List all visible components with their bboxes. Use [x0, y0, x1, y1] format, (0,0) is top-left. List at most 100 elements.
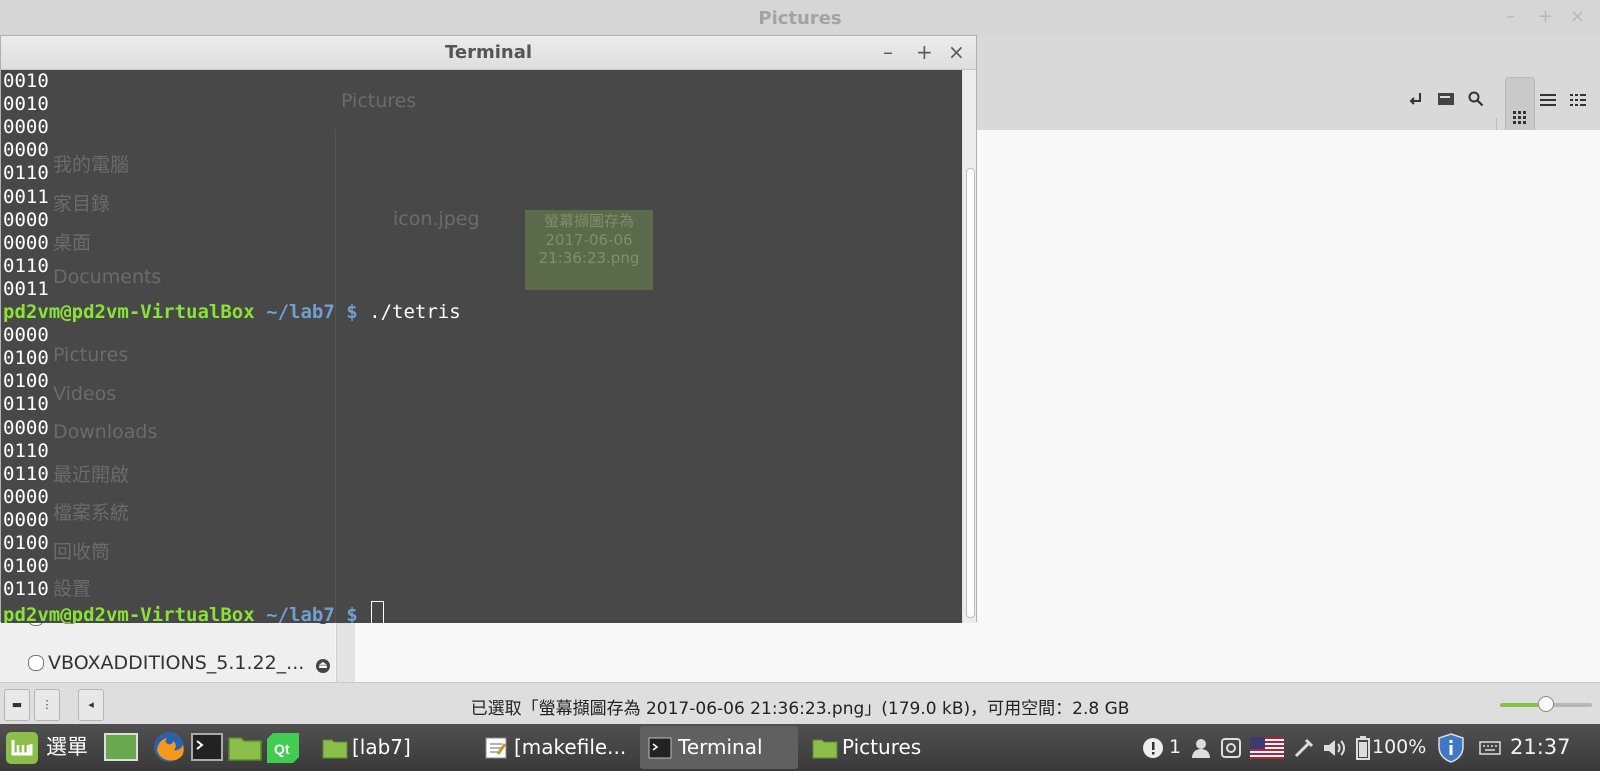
terminal-output-line: 0110 — [3, 578, 49, 601]
ghost-sidebar-item: Pictures — [53, 344, 129, 366]
terminal-output-line: 0110 — [3, 462, 49, 485]
prompt-symbol: $ — [346, 301, 358, 323]
status-text: 已選取「螢幕擷圖存為 2017-06-06 21:36:23.png」(179.… — [470, 699, 1130, 719]
terminal-cursor — [371, 601, 385, 623]
ghost-location: Pictures — [341, 90, 417, 112]
disc-icon — [28, 655, 44, 671]
battery-percent: 100% — [1372, 736, 1427, 758]
volume-icon[interactable] — [1322, 724, 1346, 771]
file-manager-titlebar[interactable]: Pictures – + × — [0, 0, 1600, 36]
firefox-icon[interactable] — [151, 728, 187, 766]
status-bar: ▬ ⋮ ◂ 已選取「螢幕擷圖存為 2017-06-06 21:36:23.png… — [0, 682, 1600, 725]
task-label: Terminal — [678, 735, 763, 759]
battery-icon[interactable] — [1356, 724, 1370, 771]
close-icon[interactable]: × — [948, 40, 965, 64]
terminal-titlebar[interactable]: Terminal – + × — [1, 36, 976, 70]
file-manager-title: Pictures — [758, 8, 842, 29]
taskbar: 選單 Qt [lab7] [makefile... Terminal Pictu… — [0, 724, 1600, 771]
terminal-output-line: 0110 — [3, 162, 49, 185]
terminal-output-line: 0110 — [3, 393, 49, 416]
terminal-output-line: 0000 — [3, 485, 49, 508]
terminal-output-line: 0010 — [3, 93, 49, 116]
ghost-sidebar-item: 家目錄 — [53, 193, 111, 215]
terminal-title: Terminal — [444, 42, 533, 63]
eject-icon[interactable]: ⏏ — [316, 659, 330, 673]
user-icon[interactable] — [1190, 724, 1212, 771]
ghost-sidebar-item: 最近開啟 — [53, 464, 130, 486]
show-desktop-icon[interactable] — [103, 728, 139, 766]
ghost-sidebar-item: 設置 — [53, 578, 92, 600]
compact-view-icon[interactable] — [1566, 90, 1590, 114]
terminal-launcher-icon[interactable] — [189, 728, 225, 766]
ghost-sidebar-item: 回收筒 — [53, 541, 111, 563]
toggle-location-icon[interactable] — [1404, 90, 1428, 114]
terminal-prompt-line: pd2vm@pd2vm-VirtualBox ~/lab7 $ — [3, 601, 385, 623]
minimize-icon[interactable]: – — [883, 40, 893, 64]
terminal-output-line: 0000 — [3, 324, 49, 347]
task-label: [lab7] — [352, 735, 411, 759]
terminal-output-line: 0110 — [3, 254, 49, 277]
qt-creator-icon[interactable]: Qt — [265, 728, 301, 766]
network-icon[interactable] — [1293, 724, 1315, 771]
terminal-output-line: 0011 — [3, 277, 49, 300]
notification-count: 1 — [1169, 736, 1182, 758]
terminal-output[interactable]: 我的電腦 家目錄 桌面 Documents Pictures Videos Do… — [1, 70, 962, 623]
minimize-icon[interactable]: – — [1506, 6, 1515, 27]
task-makefile[interactable]: [makefile... — [480, 726, 630, 769]
terminal-scrollbar-thumb[interactable] — [966, 168, 975, 618]
task-pictures[interactable]: Pictures — [808, 726, 958, 769]
terminal-output-line: 0100 — [3, 555, 49, 578]
prompt-user: pd2vm@pd2vm-VirtualBox — [3, 301, 255, 323]
mint-menu-icon[interactable] — [4, 730, 40, 766]
security-shield-icon[interactable] — [1437, 724, 1465, 771]
ghost-sidebar-item: 檔案系統 — [53, 502, 130, 524]
terminal-scrollbar[interactable] — [963, 70, 976, 623]
terminal-output-line: 0000 — [3, 208, 49, 231]
terminal-output-line: 0000 — [3, 416, 49, 439]
terminal-window: Terminal – + × 我的電腦 家目錄 桌面 Documents Pic… — [0, 35, 977, 623]
ghost-divider — [335, 130, 336, 623]
ghost-sidebar-item: 桌面 — [53, 232, 92, 254]
task-terminal[interactable]: Terminal — [640, 726, 798, 769]
prompt-command: ./tetris — [369, 301, 461, 323]
terminal-output-line: 0110 — [3, 439, 49, 462]
terminal-output-line: 0000 — [3, 139, 49, 162]
terminal-output-line: 0100 — [3, 532, 49, 554]
ghost-file-name: icon.jpeg — [393, 208, 480, 230]
clock[interactable]: 21:37 — [1510, 724, 1571, 771]
keyboard-icon[interactable] — [1479, 724, 1501, 771]
sidebar-device-vboxadditions[interactable]: VBOXADDITIONS_5.1.22_... — [48, 652, 304, 674]
prompt-symbol: $ — [346, 604, 358, 623]
svg-text:Qt: Qt — [274, 741, 290, 757]
keyboard-layout-us-flag-icon[interactable] — [1250, 724, 1284, 771]
ghost-sidebar-item: Documents — [53, 266, 162, 288]
prompt-path: ~/lab7 — [266, 604, 335, 623]
terminal-output-line: 0000 — [3, 508, 49, 531]
ghost-sidebar-item: Downloads — [53, 421, 158, 443]
terminal-output-line: 0011 — [3, 185, 49, 208]
task-label: [makefile... — [514, 735, 627, 759]
terminal-output-line: 0100 — [3, 370, 49, 393]
terminal-prompt-line: pd2vm@pd2vm-VirtualBox ~/lab7 $ ./tetris — [3, 301, 461, 323]
list-view-icon[interactable] — [1536, 90, 1560, 114]
ghost-sidebar-item: Videos — [53, 383, 117, 405]
close-icon[interactable]: × — [1570, 6, 1585, 27]
maximize-icon[interactable]: + — [916, 40, 933, 64]
task-label: Pictures — [842, 735, 922, 759]
task-lab7[interactable]: [lab7] — [318, 726, 468, 769]
terminal-output-line: 0000 — [3, 231, 49, 254]
ghost-file-name: 螢幕擷圖存為 2017-06-06 21:36:23.png — [525, 210, 653, 290]
update-manager-icon[interactable] — [1220, 724, 1242, 771]
search-icon[interactable] — [1464, 90, 1488, 114]
open-terminal-icon[interactable] — [1434, 90, 1458, 114]
files-launcher-icon[interactable] — [227, 728, 263, 766]
prompt-path: ~/lab7 — [266, 301, 335, 323]
ghost-sidebar-item: 我的電腦 — [53, 154, 130, 176]
prompt-user: pd2vm@pd2vm-VirtualBox — [3, 604, 255, 623]
alert-icon[interactable] — [1142, 724, 1164, 771]
maximize-icon[interactable]: + — [1538, 6, 1553, 27]
zoom-slider-handle[interactable] — [1538, 696, 1554, 712]
menu-button[interactable]: 選單 — [46, 726, 88, 769]
terminal-output-line: 0010 — [3, 70, 49, 92]
terminal-output-line: 0100 — [3, 347, 49, 370]
